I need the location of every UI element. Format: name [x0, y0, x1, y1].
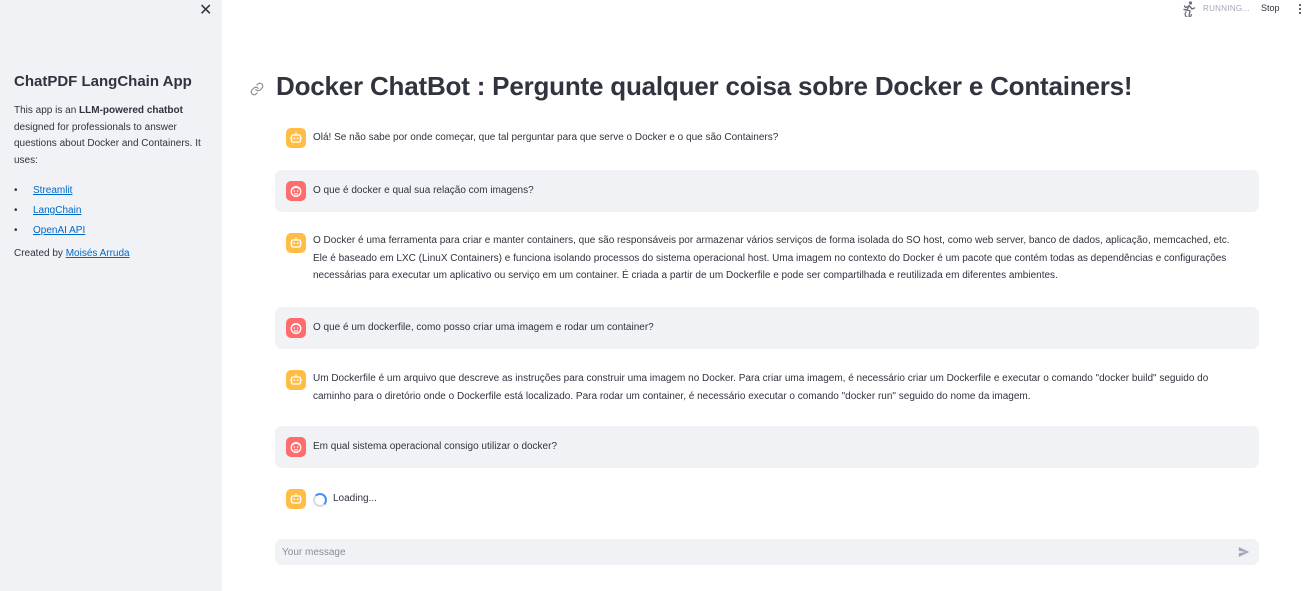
- user-avatar-icon: [286, 437, 306, 457]
- chat-input[interactable]: [275, 539, 1215, 565]
- message-text: O que é docker e qual sua relação com im…: [313, 185, 534, 196]
- anchor-link-icon[interactable]: [250, 82, 264, 96]
- list-item: LangChain: [14, 201, 85, 221]
- stop-button[interactable]: Stop: [1261, 3, 1280, 13]
- desc-bold: LLM-powered chatbot: [79, 105, 183, 116]
- message-text: Olá! Se não sabe por onde começar, que t…: [313, 132, 779, 143]
- link-langchain[interactable]: LangChain: [33, 205, 81, 216]
- running-status: RUNNING...: [1203, 4, 1250, 13]
- sidebar: ✕ ChatPDF LangChain App This app is an L…: [0, 0, 222, 591]
- user-avatar-icon: [286, 318, 306, 338]
- author-link[interactable]: Moisés Arruda: [66, 248, 130, 259]
- sidebar-description: This app is an LLM-powered chatbot desig…: [14, 103, 210, 169]
- chat-input-container: [275, 539, 1259, 565]
- send-icon[interactable]: [1237, 545, 1251, 559]
- bot-avatar-icon: [286, 370, 306, 390]
- chat-message-assistant: Um Dockerfile é um arquivo que descreve …: [275, 362, 1259, 414]
- desc-text-2: designed for professionals to answer que…: [14, 121, 201, 166]
- desc-text-1: This app is an: [14, 105, 80, 116]
- loading-text: Loading...: [333, 493, 377, 504]
- list-item: Streamlit: [14, 181, 85, 201]
- credit-text: Created by: [14, 248, 66, 259]
- chat-message-user: Em qual sistema operacional consigo util…: [275, 426, 1259, 468]
- chat-message-assistant: Olá! Se não sabe por onde começar, que t…: [275, 120, 1259, 156]
- bot-avatar-icon: [286, 233, 306, 253]
- sidebar-title: ChatPDF LangChain App: [14, 73, 192, 90]
- bot-avatar-icon: [286, 128, 306, 148]
- message-text: O Docker é uma ferramenta para criar e m…: [313, 235, 1230, 281]
- message-text: Um Dockerfile é um arquivo que descreve …: [313, 373, 1209, 402]
- list-item: OpenAI API: [14, 221, 85, 241]
- sidebar-link-list: Streamlit LangChain OpenAI API: [14, 181, 85, 241]
- chat-message-assistant-loading: [275, 480, 1259, 516]
- sidebar-credit: Created by Moisés Arruda: [14, 248, 130, 259]
- chat-message-assistant: O Docker é uma ferramenta para criar e m…: [275, 225, 1259, 295]
- bot-avatar-icon: [286, 489, 306, 509]
- chat-message-user: O que é docker e qual sua relação com im…: [275, 170, 1259, 212]
- link-streamlit[interactable]: Streamlit: [33, 185, 72, 196]
- chat-message-user: O que é um dockerfile, como posso criar …: [275, 307, 1259, 349]
- link-openai-api[interactable]: OpenAI API: [33, 225, 85, 236]
- running-man-icon: [1183, 1, 1196, 17]
- close-sidebar-icon[interactable]: ✕: [199, 3, 212, 19]
- message-text: Em qual sistema operacional consigo util…: [313, 441, 558, 452]
- main-menu-icon[interactable]: [1298, 4, 1302, 16]
- user-avatar-icon: [286, 181, 306, 201]
- loading-spinner-icon: [313, 493, 327, 507]
- message-text: O que é um dockerfile, como posso criar …: [313, 322, 654, 333]
- page-title: Docker ChatBot : Pergunte qualquer coisa…: [276, 71, 1133, 101]
